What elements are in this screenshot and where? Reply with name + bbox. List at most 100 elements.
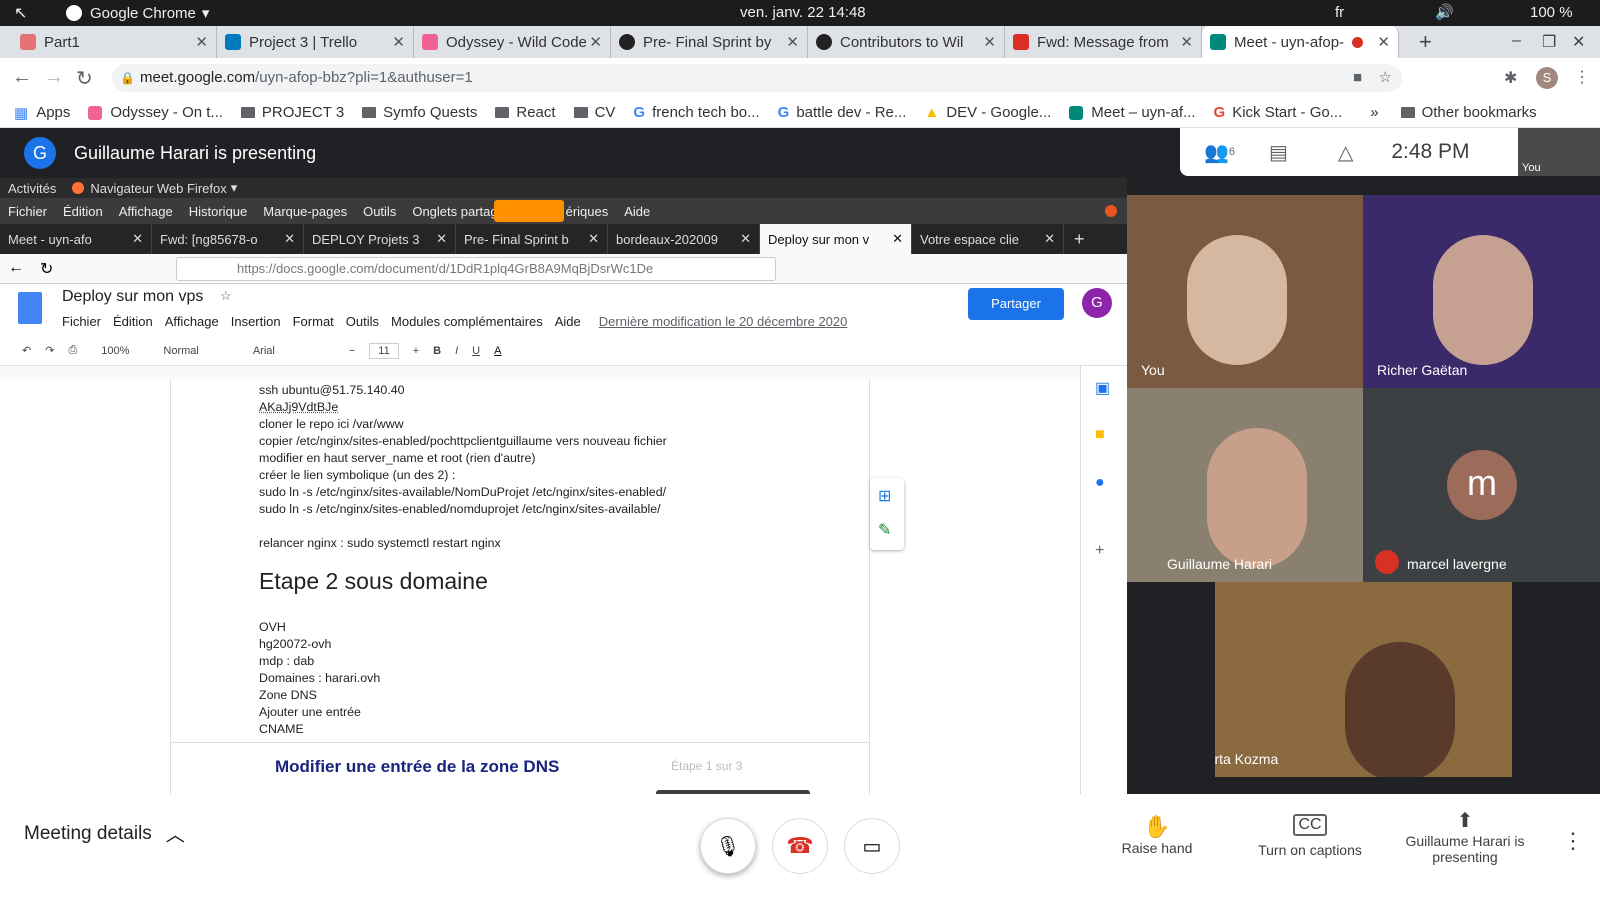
participant-tile[interactable]: You (1127, 195, 1363, 388)
tab-github-contributors[interactable]: Contributors to Wil ✕ (808, 26, 1005, 58)
microphone-button[interactable]: 🎙 (700, 818, 756, 874)
doc-title[interactable]: Deploy sur mon vps (62, 288, 203, 306)
ff-address-bar[interactable]: https://docs.google.com/document/d/1DdR1… (176, 257, 776, 281)
redo-icon[interactable]: ↷ (45, 344, 54, 357)
ff-tab[interactable]: Meet - uyn-afo ✕ (0, 224, 152, 254)
docs-menu-item[interactable]: Format (293, 314, 334, 329)
italic-icon[interactable]: I (455, 345, 458, 357)
tab-meet[interactable]: Meet - uyn-afop- ✕ (1202, 26, 1399, 58)
camera-button[interactable]: ▭ (844, 818, 900, 874)
participant-tile[interactable]: Marta Kozma (1215, 582, 1512, 777)
bookmark-item[interactable]: Odyssey - On t... (88, 104, 223, 121)
docs-menu-item[interactable]: Modules complémentaires (391, 314, 543, 329)
restore-button[interactable]: ❐ (1542, 32, 1556, 52)
tab-part1[interactable]: Part1 ✕ (12, 26, 217, 58)
reload-button[interactable]: ↻ (40, 259, 53, 279)
bookmark-item[interactable]: Meet – uyn-af... (1069, 104, 1196, 121)
underline-icon[interactable]: U (472, 345, 480, 357)
raise-hand-button[interactable]: ✋ Raise hand (1112, 814, 1202, 856)
close-icon[interactable]: ✕ (195, 33, 208, 51)
battery-level[interactable]: 100 % (1530, 4, 1573, 21)
bookmark-item[interactable]: Gfrench tech bo... (633, 104, 759, 121)
people-icon[interactable]: 👥 (1204, 140, 1229, 165)
menu-item[interactable]: Aide (624, 204, 650, 219)
menu-item[interactable]: Historique (189, 204, 248, 219)
menu-item[interactable]: Édition (63, 204, 103, 219)
star-icon[interactable]: ☆ (220, 288, 232, 304)
docs-menu-item[interactable]: Édition (113, 314, 153, 329)
bookmark-folder[interactable]: PROJECT 3 (240, 104, 344, 121)
reload-button[interactable]: ↻ (76, 66, 93, 91)
docs-menu-item[interactable]: Aide (555, 314, 581, 329)
bookmark-folder[interactable]: CV (573, 104, 615, 121)
chat-icon[interactable]: ▤ (1269, 140, 1288, 165)
language-indicator[interactable]: fr (1335, 4, 1344, 21)
close-icon[interactable]: ✕ (1377, 33, 1390, 51)
captions-button[interactable]: CC Turn on captions (1250, 814, 1370, 858)
profile-avatar[interactable]: S (1536, 67, 1558, 89)
close-icon[interactable]: ✕ (392, 33, 405, 51)
window-close-button[interactable]: ✕ (1572, 32, 1585, 52)
tab-github-sprint[interactable]: Pre- Final Sprint by ✕ (611, 26, 808, 58)
bookmark-folder[interactable]: Symfo Quests (362, 104, 477, 121)
extensions-icon[interactable]: ✱ (1504, 68, 1517, 88)
tab-gmail[interactable]: Fwd: Message from ✕ (1005, 26, 1202, 58)
address-bar[interactable]: 🔒 meet.google.com/uyn-afop-bbz?pli=1&aut… (112, 64, 1402, 92)
last-edit-link[interactable]: Dernière modification le 20 décembre 202… (599, 314, 848, 329)
activities-icon[interactable]: △ (1338, 140, 1353, 165)
bookmarks-overflow[interactable]: » (1370, 104, 1378, 121)
forward-button[interactable]: → (44, 66, 64, 89)
leave-call-button[interactable]: ☎ (772, 818, 828, 874)
ff-tab[interactable]: DEPLOY Projets 3 ✕ (304, 224, 456, 254)
decrease-size-icon[interactable]: − (349, 345, 355, 357)
ff-tab[interactable]: Votre espace clie ✕ (912, 224, 1064, 254)
share-button[interactable]: Partager (968, 288, 1064, 320)
other-bookmarks[interactable]: Other bookmarks (1400, 104, 1537, 121)
tab-odyssey[interactable]: Odyssey - Wild Code ✕ (414, 26, 611, 58)
close-icon[interactable]: ✕ (983, 33, 996, 51)
document-page[interactable]: ssh ubuntu@51.75.140.40 AKaJj9VdtBJe clo… (170, 380, 870, 794)
menu-item[interactable]: Marque-pages (263, 204, 347, 219)
more-menu-icon[interactable]: ⋮ (1574, 67, 1590, 87)
tab-trello[interactable]: Project 3 | Trello ✕ (217, 26, 414, 58)
docs-user-avatar[interactable]: G (1082, 288, 1112, 318)
keep-icon[interactable]: ■ (1095, 426, 1105, 444)
print-icon[interactable]: ⎙ (68, 344, 77, 357)
font-select[interactable]: Arial (253, 345, 275, 357)
bookmark-item[interactable]: G Kick Start - Go... (1214, 104, 1343, 121)
menu-item[interactable]: Outils (363, 204, 396, 219)
more-options-icon[interactable]: ⋮ (1562, 828, 1584, 854)
camera-icon[interactable]: ■ (1353, 64, 1362, 92)
ff-tab[interactable]: bordeaux-202009 ✕ (608, 224, 760, 254)
docs-menu-item[interactable]: Affichage (165, 314, 219, 329)
docs-logo-icon[interactable] (18, 292, 42, 324)
volume-icon[interactable]: 🔊 (1435, 3, 1454, 21)
add-comment-icon[interactable]: ⊞ (878, 486, 891, 506)
bookmark-apps[interactable]: ▦ Apps (14, 104, 70, 122)
menu-item[interactable]: ériques (566, 204, 609, 219)
new-tab-button[interactable]: + (1419, 29, 1432, 55)
star-icon[interactable]: ☆ (1379, 64, 1392, 92)
docs-menu-item[interactable]: Insertion (231, 314, 281, 329)
new-tab-button[interactable]: + (1074, 229, 1085, 250)
tasks-icon[interactable]: ● (1095, 474, 1105, 492)
present-now-button[interactable]: ⬆ Guillaume Harari is presenting (1400, 808, 1530, 865)
bookmark-folder[interactable]: React (495, 104, 556, 121)
add-addon-icon[interactable]: + (1095, 542, 1104, 560)
menu-item[interactable]: Fichier (8, 204, 47, 219)
increase-size-icon[interactable]: + (413, 345, 419, 357)
participant-tile[interactable]: m marcel lavergne (1363, 388, 1600, 582)
back-button[interactable]: ← (12, 66, 32, 89)
menu-item[interactable]: Onglets partag (412, 204, 497, 219)
window-close-icon[interactable] (1105, 205, 1117, 217)
bold-icon[interactable]: B (433, 345, 441, 357)
ff-tab[interactable]: Pre- Final Sprint b ✕ (456, 224, 608, 254)
back-button[interactable]: ← (8, 259, 24, 277)
font-size-input[interactable]: 11 (369, 342, 399, 359)
docs-menu-item[interactable]: Fichier (62, 314, 101, 329)
close-icon[interactable]: ✕ (786, 33, 799, 51)
bookmark-item[interactable]: ▲ DEV - Google... (924, 104, 1051, 121)
bookmark-item[interactable]: Gbattle dev - Re... (778, 104, 907, 121)
close-icon[interactable]: ✕ (589, 33, 602, 51)
menu-icon[interactable]: ↖ (14, 3, 27, 23)
